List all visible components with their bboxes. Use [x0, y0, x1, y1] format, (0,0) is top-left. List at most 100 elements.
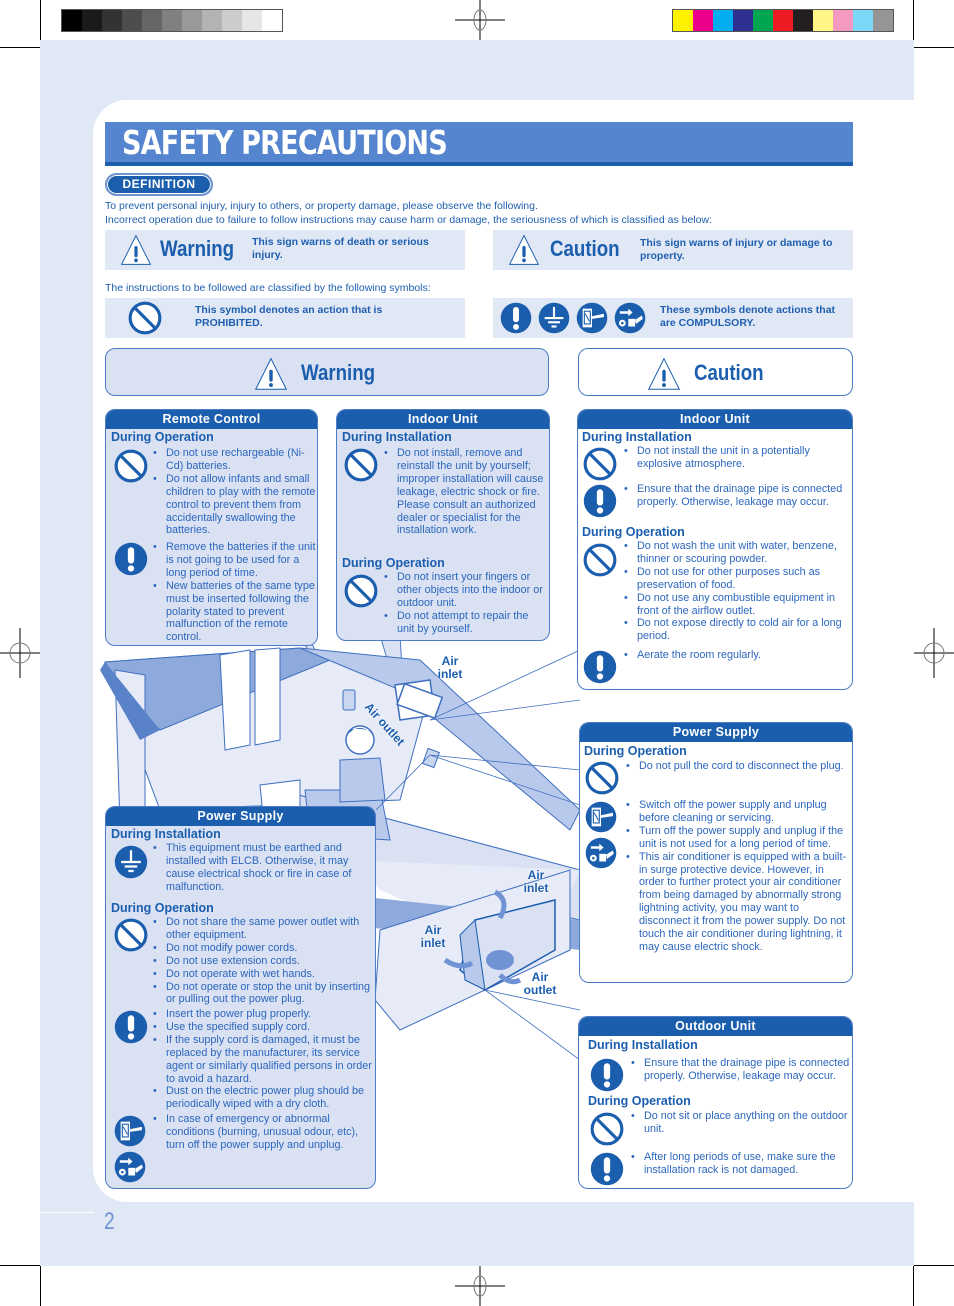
- color-swatch: [733, 10, 753, 31]
- page-number-rule: [40, 1212, 94, 1213]
- operation-unplug-list: Switch off the power supply and unplug b…: [626, 799, 852, 954]
- list-item: Do not sit or place anything on the outd…: [631, 1110, 851, 1136]
- card-title: Indoor Unit: [578, 410, 852, 429]
- during-installation-heading: During Installation: [342, 430, 452, 444]
- exclamation-icon: [589, 1057, 625, 1093]
- list-item: After long periods of use, make sure the…: [631, 1151, 851, 1177]
- color-swatch: [142, 10, 162, 31]
- card-title: Outdoor Unit: [579, 1017, 852, 1036]
- operation-prohibited-list: Do not insert your fingers or other obje…: [384, 571, 546, 636]
- color-swatch: [693, 10, 713, 31]
- list-item: Do not pull the cord to disconnect the p…: [626, 760, 852, 773]
- list-item: Aerate the room regularly.: [624, 649, 852, 662]
- caution-label: Caution: [550, 236, 620, 261]
- color-swatch: [242, 10, 262, 31]
- caution-power-supply-card: Power Supply During Operation Do not pul…: [579, 722, 853, 983]
- indoor-air-inlet-label: Air inlet: [437, 654, 463, 681]
- color-swatch: [222, 10, 242, 31]
- during-installation-heading: During Installation: [582, 430, 692, 444]
- installation-compulsory-list: Ensure that the drainage pipe is connect…: [624, 483, 852, 509]
- operation-prohibited-list: Do not sit or place anything on the outd…: [631, 1110, 851, 1136]
- exclamation-icon: [113, 541, 149, 577]
- prohibited-icon: [127, 300, 163, 336]
- operation-compulsory-list: Aerate the room regularly.: [624, 649, 852, 662]
- unplug-icon: [575, 301, 609, 335]
- prohibited-description: This symbol denotes an action that is PR…: [195, 304, 383, 329]
- compulsory-description: These symbols denote actions that are CO…: [660, 304, 836, 329]
- registration-mark-bottom: [455, 1266, 505, 1306]
- definition-badge: DEFINITION: [105, 173, 213, 196]
- crop-mark: [913, 0, 914, 40]
- operation-prohibited-list: Do not share the same power outlet with …: [153, 916, 375, 1006]
- installation-prohibited-list: Do not install the unit in a potentially…: [624, 445, 852, 471]
- list-item: Do not use any combustible equipment in …: [624, 592, 852, 618]
- crop-mark: [0, 47, 40, 48]
- color-swatch: [773, 10, 793, 31]
- list-item: Do not share the same power outlet with …: [153, 916, 375, 942]
- exclamation-icon: [582, 483, 618, 519]
- operation-prohibited-list: Do not wash the unit with water, benzene…: [624, 540, 852, 643]
- caution-section-title: Caution: [694, 360, 764, 385]
- gray-color-bar: [61, 9, 283, 32]
- list-item: Do not wash the unit with water, benzene…: [624, 540, 852, 566]
- list-item: New batteries of the same type must be i…: [153, 580, 317, 645]
- crop-mark: [914, 1265, 954, 1266]
- installation-compulsory-list: Ensure that the drainage pipe is connect…: [631, 1057, 851, 1083]
- color-swatch: [202, 10, 222, 31]
- warning-description: This sign warns of death or serious inju…: [252, 236, 429, 261]
- card-title: Power Supply: [106, 807, 375, 826]
- prohibited-icon: [589, 1111, 625, 1147]
- installation-prohibited-list: Do not install, remove and reinstall the…: [384, 447, 546, 537]
- during-operation-heading: During Operation: [342, 556, 445, 570]
- color-swatch: [793, 10, 813, 31]
- intro-line-2: Incorrect operation due to failure to fo…: [105, 214, 712, 226]
- color-bar: [672, 9, 894, 32]
- warning-label: Warning: [160, 236, 235, 261]
- list-item: Do not use for other purposes such as pr…: [624, 566, 852, 592]
- crop-mark: [40, 1266, 41, 1306]
- warning-definition: Warning This sign warns of death or seri…: [105, 230, 465, 270]
- unplug-icon: [113, 1114, 147, 1148]
- outdoor-air-inlet-top-label: Air inlet: [523, 868, 549, 895]
- list-item: Remove the batteries if the unit is not …: [153, 541, 317, 580]
- list-item: Do not operate with wet hands.: [153, 968, 375, 981]
- caution-description: This sign warns of injury or damage to p…: [640, 237, 833, 262]
- color-swatch: [122, 10, 142, 31]
- symbols-intro: The instructions to be followed are clas…: [105, 282, 431, 294]
- list-item: Turn off the power supply and unplug if …: [626, 825, 852, 851]
- list-item: Do not operate or stop the unit by inser…: [153, 981, 375, 1007]
- warning-indoor-unit-card: Indoor Unit During Installation Do not i…: [336, 409, 550, 641]
- unplug-icon: [584, 800, 618, 834]
- crop-mark: [914, 47, 954, 48]
- warning-section-header: Warning: [105, 348, 549, 396]
- warning-triangle-icon: [120, 234, 152, 266]
- exclamation-icon: [582, 649, 618, 685]
- color-swatch: [82, 10, 102, 31]
- during-operation-heading: During Operation: [111, 901, 214, 915]
- color-swatch: [873, 10, 893, 31]
- color-swatch: [673, 10, 693, 31]
- warning-power-supply-card: Power Supply During Installation This eq…: [105, 806, 376, 1189]
- caution-indoor-unit-card: Indoor Unit During Installation Do not i…: [577, 409, 853, 690]
- outdoor-air-outlet-label: Air outlet: [523, 970, 557, 997]
- list-item: In case of emergency or abnormal conditi…: [153, 1113, 375, 1152]
- intro-line-1: To prevent personal injury, injury to ot…: [105, 200, 538, 212]
- during-operation-heading: During Operation: [582, 525, 685, 539]
- list-item: Do not allow infants and small children …: [153, 473, 317, 538]
- crop-mark: [913, 1266, 914, 1306]
- prohibited-list: Do not use rechargeable (Ni-Cd) batterie…: [153, 447, 317, 538]
- list-item: Use the specified supply cord.: [153, 1021, 375, 1034]
- crop-mark: [0, 1265, 40, 1266]
- disconnect-power-icon: [113, 1150, 147, 1184]
- exclamation-icon: [589, 1151, 625, 1187]
- list-item: If the supply cord is damaged, it must b…: [153, 1034, 375, 1086]
- color-swatch: [713, 10, 733, 31]
- card-title: Remote Control: [106, 410, 317, 429]
- color-swatch: [182, 10, 202, 31]
- warning-section-title: Warning: [301, 360, 376, 385]
- list-item: Dust on the electric power plug should b…: [153, 1085, 375, 1111]
- earth-ground-icon: [113, 844, 149, 880]
- list-item: Do not install the unit in a potentially…: [624, 445, 852, 471]
- caution-section-header: Caution: [578, 348, 853, 396]
- disconnect-power-icon: [584, 836, 618, 870]
